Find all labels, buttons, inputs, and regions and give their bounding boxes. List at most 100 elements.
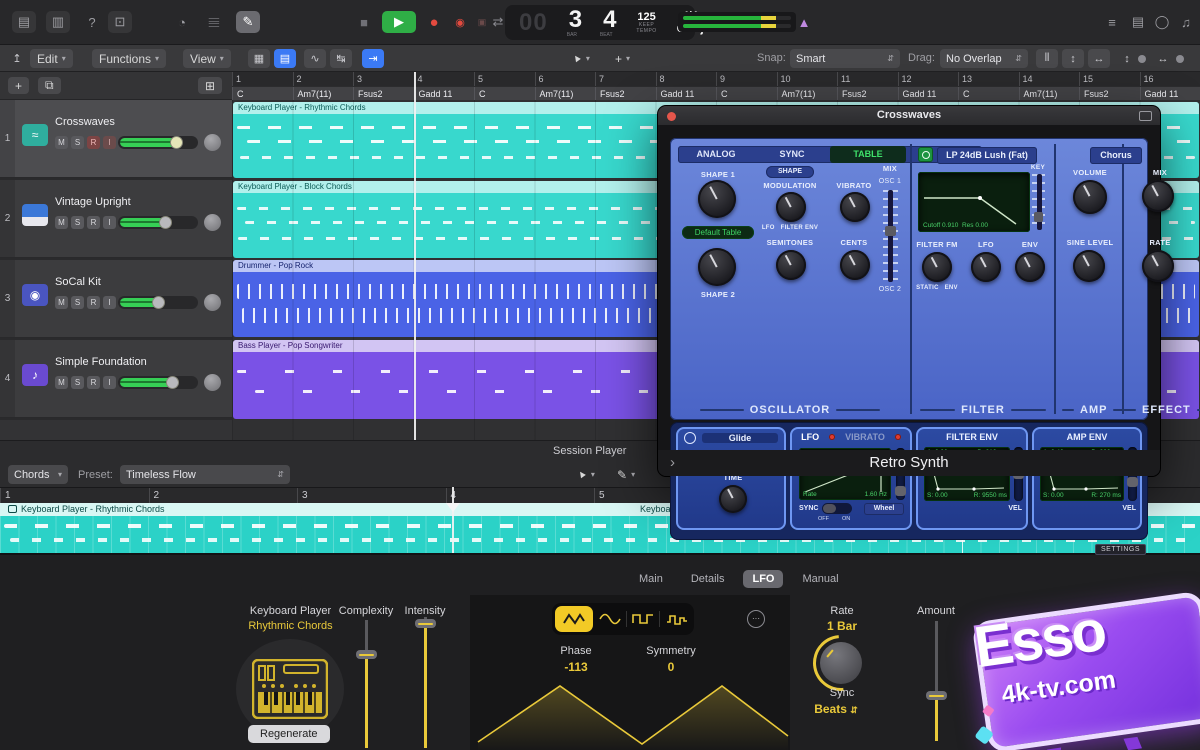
automation-icon[interactable]: ∿ bbox=[304, 49, 326, 68]
lfo-wheel-button[interactable]: Wheel bbox=[864, 503, 904, 515]
lfo-record-dot[interactable] bbox=[829, 434, 835, 440]
plugin-title[interactable]: Crosswaves bbox=[658, 106, 1160, 125]
h-zoom-slider[interactable]: ↔ bbox=[1152, 49, 1174, 68]
effect-mix-knob[interactable] bbox=[1142, 180, 1174, 212]
track-button[interactable]: M bbox=[55, 136, 68, 149]
loop-browser-icon[interactable]: ◯ bbox=[1150, 11, 1174, 33]
amount-slider[interactable] bbox=[935, 621, 938, 741]
chord-cell[interactable]: Gadd 11 bbox=[1140, 87, 1200, 100]
filter-power-icon[interactable] bbox=[918, 147, 933, 162]
wavetable-display[interactable]: Default Table bbox=[682, 226, 754, 239]
chord-cell[interactable]: C bbox=[958, 87, 1019, 100]
settings-button[interactable]: SETTINGS bbox=[1095, 544, 1146, 555]
list-editors-icon[interactable]: ≡ bbox=[1100, 11, 1124, 33]
v-zoom-knob[interactable] bbox=[1138, 55, 1146, 63]
stop-button[interactable]: ■ bbox=[352, 11, 376, 33]
ruler-bar[interactable]: 7 bbox=[595, 72, 656, 86]
editor-ruler-bar[interactable]: 2 bbox=[149, 488, 298, 503]
key-slider[interactable] bbox=[1032, 174, 1045, 230]
chord-cell[interactable]: Am7(11) bbox=[1019, 87, 1080, 100]
chord-cell[interactable]: Gadd 11 bbox=[656, 87, 717, 100]
lcd-display[interactable]: 00 3BAR 4BEAT 125 KEEP TEMPO 4/4 Cmaj ▾ bbox=[505, 5, 695, 40]
filter-env-knob[interactable] bbox=[1015, 252, 1045, 282]
lfo-title[interactable]: LFO bbox=[801, 432, 819, 442]
track-button[interactable]: S bbox=[71, 216, 84, 229]
track-button[interactable]: R bbox=[87, 136, 100, 149]
playhead-marker[interactable] bbox=[446, 503, 460, 512]
shape1-knob[interactable] bbox=[698, 180, 736, 218]
intensity-slider[interactable] bbox=[424, 617, 427, 748]
track-button[interactable]: I bbox=[103, 136, 116, 149]
semitones-knob[interactable] bbox=[776, 250, 806, 280]
ruler-bar[interactable]: 15 bbox=[1079, 72, 1140, 86]
pointer-tool[interactable]: ▲▾ bbox=[565, 49, 597, 68]
chord-cell[interactable]: C bbox=[716, 87, 777, 100]
editor-ruler-bar[interactable]: 1 bbox=[0, 488, 149, 503]
tuning-icon[interactable]: ◔ bbox=[170, 11, 194, 33]
track-buttons[interactable]: MSRI bbox=[55, 136, 116, 149]
note-pads-icon[interactable]: ▤ bbox=[1126, 11, 1150, 33]
sine-wave-button[interactable] bbox=[595, 606, 624, 632]
track-name[interactable]: Vintage Upright bbox=[55, 196, 131, 208]
chord-cell[interactable]: Fsus2 bbox=[595, 87, 656, 100]
pan-knob[interactable] bbox=[204, 134, 221, 151]
tab-details[interactable]: Details bbox=[682, 570, 734, 588]
drag-dropdown[interactable]: No Overlap⇵ bbox=[940, 49, 1028, 68]
chord-track[interactable]: CAm7(11)Fsus2Gadd 11CAm7(11)Fsus2Gadd 11… bbox=[232, 86, 1200, 100]
tracks-view-icon[interactable]: ▤ bbox=[274, 49, 296, 68]
vertical-zoom-icon[interactable]: ↕ bbox=[1062, 49, 1084, 68]
view-menu[interactable]: View▾ bbox=[183, 49, 231, 68]
symmetry-value[interactable]: 0 bbox=[638, 660, 704, 674]
ruler-bar[interactable]: 12 bbox=[898, 72, 959, 86]
track-name[interactable]: Simple Foundation bbox=[55, 356, 147, 368]
track-button[interactable]: R bbox=[87, 216, 100, 229]
chords-dropdown[interactable]: Chords▾ bbox=[8, 465, 68, 484]
rate-knob[interactable] bbox=[820, 642, 862, 684]
ruler-bar[interactable]: 14 bbox=[1019, 72, 1080, 86]
triangle-wave-button[interactable] bbox=[555, 606, 593, 632]
track-button[interactable]: S bbox=[71, 136, 84, 149]
session-pointer-tool[interactable]: ▲▾ bbox=[570, 465, 602, 484]
ruler-bar[interactable]: 3 bbox=[353, 72, 414, 86]
track-buttons[interactable]: MSRI bbox=[55, 216, 116, 229]
ruler-bar[interactable]: 9 bbox=[716, 72, 777, 86]
snap-dropdown[interactable]: Smart⇵ bbox=[790, 49, 900, 68]
random-wave-button[interactable] bbox=[662, 606, 691, 632]
complexity-slider[interactable] bbox=[365, 620, 368, 748]
vibrato-record-dot[interactable] bbox=[895, 434, 901, 440]
volume-knob[interactable] bbox=[1073, 180, 1107, 214]
duplicate-track-button[interactable]: ⧉ bbox=[38, 77, 61, 94]
shape2-knob[interactable] bbox=[698, 248, 736, 286]
more-options-icon[interactable]: ··· bbox=[747, 610, 765, 628]
v-zoom-slider[interactable]: ↕ bbox=[1116, 49, 1138, 68]
chord-cell[interactable]: Gadd 11 bbox=[414, 87, 475, 100]
sync-value[interactable]: Beats ⇵ bbox=[800, 702, 872, 716]
osc-mix-slider[interactable] bbox=[883, 190, 898, 282]
pencil-mode-icon[interactable]: ✎ bbox=[236, 11, 260, 33]
tab-sync[interactable]: SYNC bbox=[754, 146, 830, 163]
editor-ruler-bar[interactable]: 3 bbox=[297, 488, 446, 503]
glide-time-knob[interactable] bbox=[719, 485, 747, 513]
volume-slider[interactable] bbox=[118, 296, 198, 309]
track-button[interactable]: M bbox=[55, 296, 68, 309]
session-pencil-tool[interactable]: ✎▾ bbox=[610, 465, 642, 484]
tab-lfo[interactable]: LFO bbox=[743, 570, 783, 588]
pan-knob[interactable] bbox=[204, 214, 221, 231]
square-wave-button[interactable] bbox=[629, 606, 658, 632]
tab-manual[interactable]: Manual bbox=[793, 570, 847, 588]
chord-cell[interactable]: Fsus2 bbox=[837, 87, 898, 100]
chord-cell[interactable]: Fsus2 bbox=[1079, 87, 1140, 100]
lfo-sync-toggle[interactable] bbox=[822, 503, 852, 514]
track-button[interactable]: I bbox=[103, 296, 116, 309]
edit-menu[interactable]: Edit▾ bbox=[30, 49, 73, 68]
filter-lfo-knob[interactable] bbox=[971, 252, 1001, 282]
effect-rate-knob[interactable] bbox=[1142, 250, 1174, 282]
track-buttons[interactable]: MSRI bbox=[55, 376, 116, 389]
tab-analog[interactable]: ANALOG bbox=[678, 146, 754, 163]
bar-ruler[interactable]: 12345678910111213141516 bbox=[232, 72, 1200, 86]
track-button[interactable]: M bbox=[55, 216, 68, 229]
filter-preset-dropdown[interactable]: LP 24dB Lush (Fat) bbox=[937, 147, 1037, 164]
preset-dropdown[interactable]: Timeless Flow⇵ bbox=[120, 465, 290, 484]
media-browser-icon[interactable]: ♫ bbox=[1174, 11, 1198, 33]
cents-knob[interactable] bbox=[840, 250, 870, 280]
